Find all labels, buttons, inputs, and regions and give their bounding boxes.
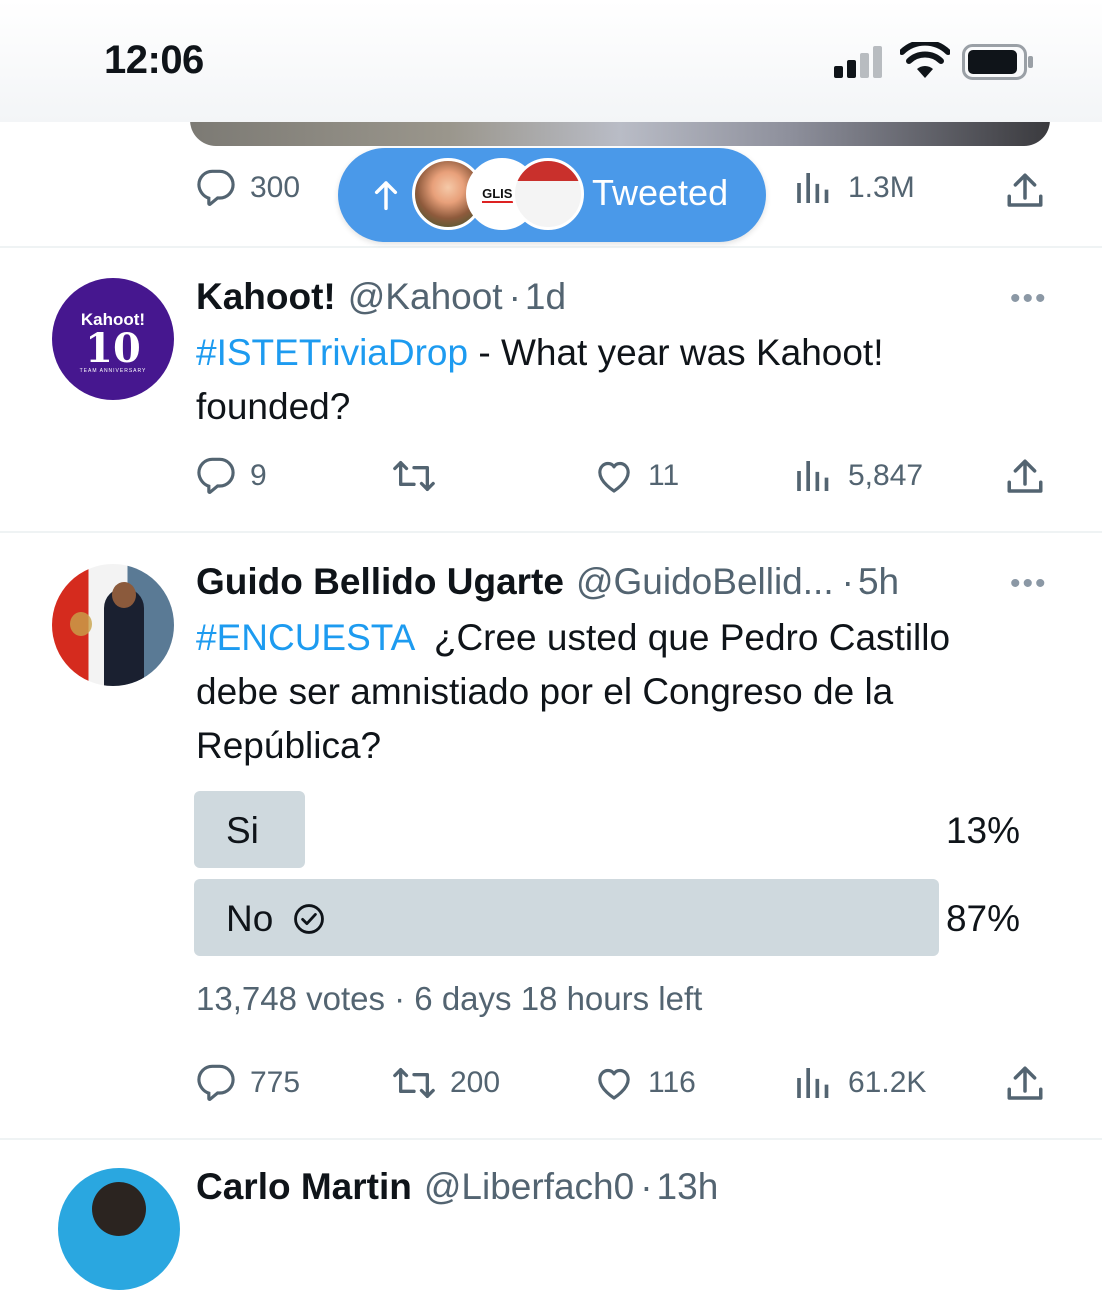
carlo-avatar[interactable]: [58, 1168, 180, 1290]
battery-icon: [962, 44, 1033, 80]
author-name[interactable]: Guido Bellido Ugarte: [196, 561, 564, 603]
tweeted-label: Tweeted: [592, 172, 729, 213]
kahoot-avatar[interactable]: Kahoot! 10 TEAM ANNIVERSARY: [52, 278, 174, 400]
poll-option-percent: 87%: [945, 898, 1020, 939]
poll-summary: 13,748 votes · 6 days 18 hours left: [196, 980, 703, 1017]
views-count: 5,847: [848, 459, 924, 492]
like-icon: [598, 461, 630, 493]
like-button[interactable]: 116: [594, 1063, 696, 1103]
hashtag-link[interactable]: #ISTETriviaDrop: [196, 332, 468, 373]
retweet-button[interactable]: [392, 456, 436, 496]
reply-button[interactable]: 775: [196, 1063, 300, 1103]
poll-option-percent: 13%: [945, 810, 1020, 851]
share-icon[interactable]: [1004, 1063, 1046, 1105]
reply-icon: [197, 1064, 235, 1101]
retweet-button[interactable]: 200: [392, 1063, 500, 1103]
author-name[interactable]: Kahoot!: [196, 276, 336, 318]
views-icon: [797, 1068, 829, 1098]
divider: [0, 1138, 1102, 1140]
tweet-header: Guido Bellido Ugarte @GuidoBellid... · 5…: [196, 561, 900, 603]
arrow-up-icon: [374, 181, 398, 211]
retweet-icon: [393, 461, 435, 491]
tweet-header: Kahoot! @Kahoot · 1d: [196, 276, 567, 318]
guido-avatar[interactable]: [52, 564, 174, 686]
reply-button[interactable]: 9: [196, 456, 267, 496]
author-handle[interactable]: @Kahoot: [348, 276, 503, 318]
wifi-icon: [900, 42, 950, 78]
retweet-icon: [393, 1068, 435, 1098]
more-icon[interactable]: •••: [1010, 282, 1048, 316]
divider: [0, 246, 1102, 248]
reply-icon: [197, 169, 235, 206]
share-icon[interactable]: [1004, 456, 1046, 498]
status-time: 12:06: [104, 38, 204, 82]
reply-count: 300: [250, 171, 301, 204]
divider: [0, 531, 1102, 533]
hashtag-link[interactable]: #ENCUESTA: [196, 617, 413, 658]
reply-count: 9: [250, 459, 267, 492]
views-button[interactable]: 5,847: [794, 456, 923, 496]
views-button[interactable]: 1.3M: [794, 168, 915, 208]
tweet-text: #ISTETriviaDrop - What year was Kahoot! …: [196, 332, 884, 427]
tweet-time[interactable]: 13h: [657, 1166, 719, 1208]
like-count: 11: [648, 459, 680, 492]
views-button[interactable]: 61.2K: [794, 1063, 926, 1103]
retweet-count: 200: [450, 1066, 501, 1099]
author-handle[interactable]: @Liberfach0: [424, 1166, 634, 1208]
check-circle-icon: [294, 904, 324, 934]
views-count: 61.2K: [848, 1066, 927, 1099]
tweet-time[interactable]: 5h: [858, 561, 899, 603]
tweet-header: Carlo Martin @Liberfach0 · 13h: [196, 1166, 719, 1208]
author-handle[interactable]: @GuidoBellid...: [576, 561, 834, 603]
poll-option-label: Si: [226, 810, 259, 851]
pill-avatar-3: [512, 158, 584, 230]
signal-icon: [834, 46, 882, 78]
reply-icon: [197, 457, 235, 494]
views-icon: [797, 173, 829, 203]
status-bar: 12:06: [0, 0, 1102, 122]
like-button[interactable]: 11: [594, 456, 679, 496]
more-icon[interactable]: •••: [1010, 567, 1048, 601]
author-name[interactable]: Carlo Martin: [196, 1166, 412, 1208]
poll-option-label: No: [226, 898, 274, 939]
share-icon[interactable]: [1004, 170, 1046, 212]
like-icon: [598, 1068, 630, 1100]
views-icon: [797, 461, 829, 491]
like-count: 116: [648, 1066, 696, 1099]
views-count: 1.3M: [848, 171, 915, 204]
reply-count: 775: [250, 1066, 301, 1099]
tweet-time[interactable]: 1d: [525, 276, 566, 318]
reply-button[interactable]: 300: [196, 168, 300, 208]
tweet-text: #ENCUESTA ¿Cree usted que Pedro Castillo…: [196, 617, 961, 766]
